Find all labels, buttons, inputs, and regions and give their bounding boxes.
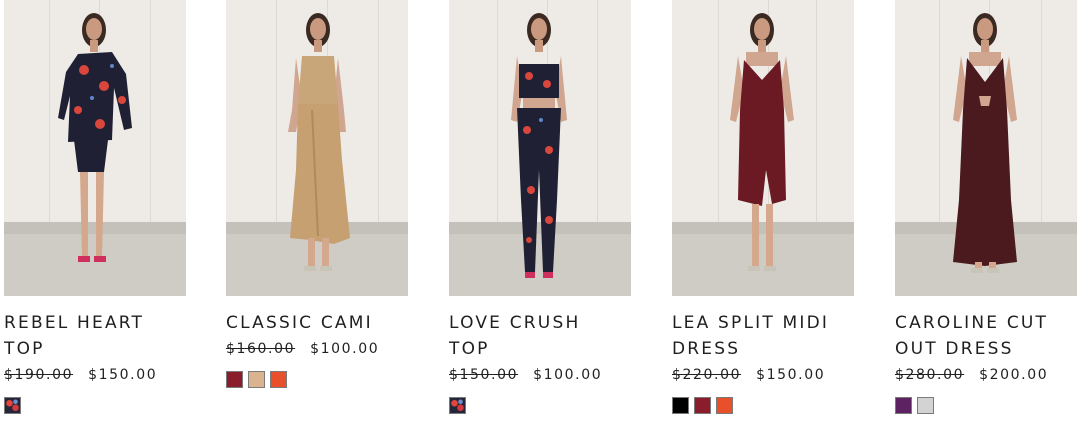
price-row: $220.00 $150.00 [672,365,854,385]
sale-price: $100.00 [533,367,603,383]
product-name-line: REBEL HEART [4,313,145,333]
color-swatches [4,397,186,414]
color-swatch-black[interactable] [672,397,689,414]
product-name-line: LEA SPLIT MIDI [672,313,830,333]
product-image[interactable] [226,0,408,296]
color-swatch-floral[interactable] [449,397,466,414]
color-swatch-orange[interactable] [716,397,733,414]
color-swatch-burgundy[interactable] [226,371,243,388]
model-photo [730,13,794,271]
color-swatches [672,397,854,414]
product-card-rebel-heart-top: REBEL HEART TOP $190.00 $150.00 [4,0,186,414]
product-name-line: LOVE CRUSH [449,313,581,333]
original-price: $150.00 [449,367,519,383]
product-name-link[interactable]: CLASSIC CAMI [226,310,408,336]
product-name-line: TOP [449,339,490,359]
price-row: $190.00 $150.00 [4,365,186,385]
color-swatch-champagne[interactable] [248,371,265,388]
model-photo [953,13,1017,273]
color-swatch-floral[interactable] [4,397,21,414]
product-image[interactable] [449,0,631,296]
sale-price: $150.00 [756,367,826,383]
model-photo [58,13,132,262]
product-name-link[interactable]: CAROLINE CUT OUT DRESS [895,310,1077,362]
sale-price: $100.00 [310,341,380,357]
product-name-line: CAROLINE CUT [895,313,1049,333]
sale-price: $200.00 [979,367,1049,383]
original-price: $190.00 [4,367,74,383]
product-name-link[interactable]: LEA SPLIT MIDI DRESS [672,310,854,362]
color-swatches [226,371,408,388]
product-card-classic-cami: CLASSIC CAMI $160.00 $100.00 [226,0,408,388]
product-card-love-crush-top: LOVE CRUSH TOP $150.00 $100.00 [449,0,631,414]
original-price: $220.00 [672,367,742,383]
price-row: $150.00 $100.00 [449,365,631,385]
color-swatch-plum[interactable] [895,397,912,414]
color-swatch-grey[interactable] [917,397,934,414]
model-photo [511,13,567,278]
color-swatch-burgundy[interactable] [694,397,711,414]
price-row: $160.00 $100.00 [226,339,408,359]
color-swatch-orange[interactable] [270,371,287,388]
product-name-link[interactable]: REBEL HEART TOP [4,310,186,362]
product-name-line: OUT DRESS [895,339,1014,359]
color-swatches [895,397,1077,414]
product-card-caroline-cut-out-dress: CAROLINE CUT OUT DRESS $280.00 $200.00 [895,0,1077,414]
product-grid: REBEL HEART TOP $190.00 $150.00 CLASSIC … [0,0,1080,435]
original-price: $160.00 [226,341,296,357]
price-row: $280.00 $200.00 [895,365,1077,385]
product-name-link[interactable]: LOVE CRUSH TOP [449,310,631,362]
color-swatches [449,397,631,414]
product-name-line: CLASSIC CAMI [226,313,373,333]
sale-price: $150.00 [88,367,158,383]
product-name-line: DRESS [672,339,741,359]
product-image[interactable] [4,0,186,296]
product-card-lea-split-midi-dress: LEA SPLIT MIDI DRESS $220.00 $150.00 [672,0,854,414]
original-price: $280.00 [895,367,965,383]
product-image[interactable] [672,0,854,296]
product-image[interactable] [895,0,1077,296]
product-name-line: TOP [4,339,45,359]
model-photo [288,13,350,271]
